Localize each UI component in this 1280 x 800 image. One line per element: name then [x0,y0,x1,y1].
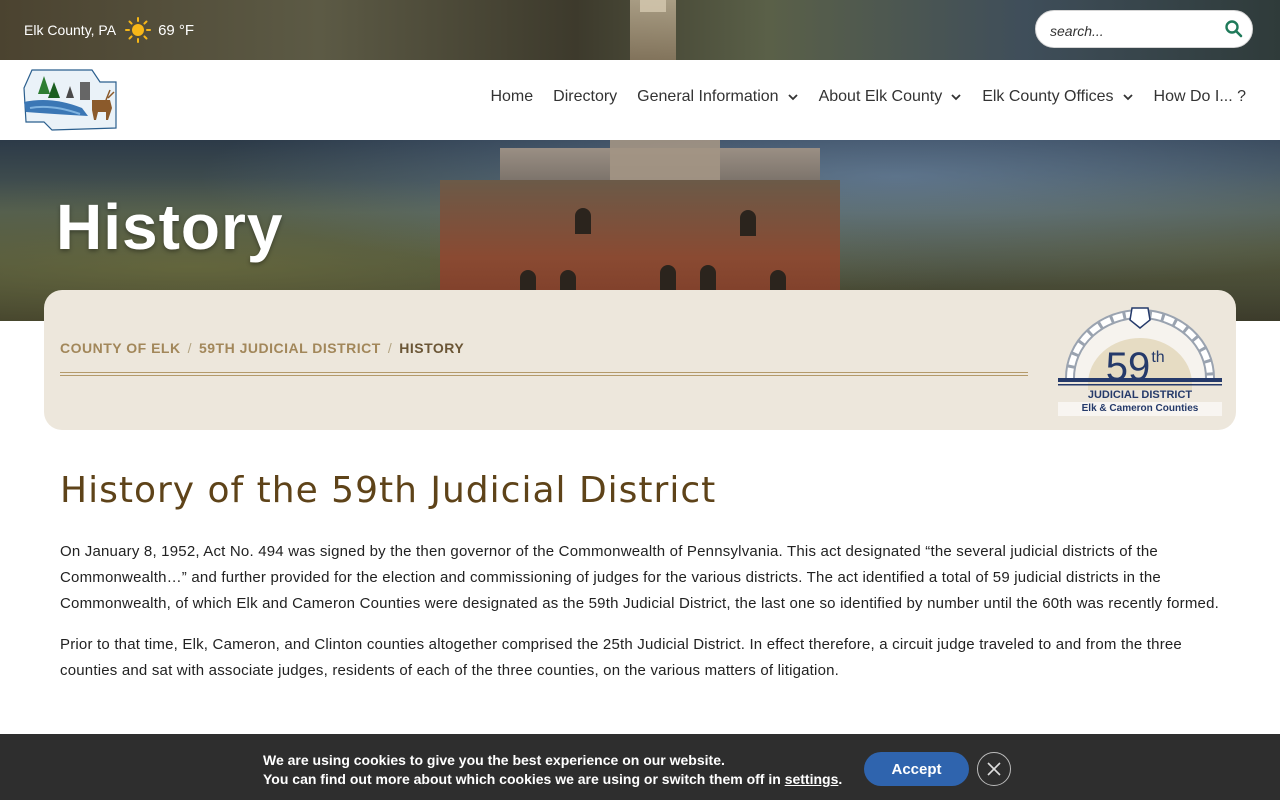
temperature-label: 69 °F [158,21,195,39]
courthouse-window [575,208,591,234]
breadcrumb-separator: / [387,340,393,356]
nav-directory-label: Directory [553,88,618,105]
breadcrumb: COUNTY OF ELK / 59TH JUDICIAL DISTRICT /… [60,340,464,356]
breadcrumb-card: COUNTY OF ELK / 59TH JUDICIAL DISTRICT /… [44,290,1236,430]
location-label: Elk County, PA [24,22,117,38]
breadcrumb-link-county-of-elk[interactable]: COUNTY OF ELK [60,340,181,356]
content-paragraph: On January 8, 1952, Act No. 494 was sign… [60,543,1219,612]
breadcrumb-current: HISTORY [399,340,465,356]
top-bar: Elk County, PA 69 °F [0,0,1280,60]
nav-elk-county-offices-label: Elk County Offices [982,88,1114,105]
close-icon [987,762,1001,776]
cookie-banner: We are using cookies to give you the bes… [0,734,1280,800]
district-logo-line1: JUDICIAL DISTRICT [1088,389,1193,401]
page-title: History [56,191,284,263]
nav-about-elk-county[interactable]: About Elk County [819,88,963,106]
main-content: History of the 59th Judicial District On… [60,470,1220,684]
nav-how-do-i[interactable]: How Do I... ? [1154,88,1246,106]
district-logo-line2: Elk & Cameron Counties [1082,403,1199,414]
main-header: Home Directory General Information About… [0,60,1280,140]
nav-general-information[interactable]: General Information [637,88,798,106]
59th-judicial-district-logo: 59 th JUDICIAL DISTRICT Elk & Cameron Co… [1058,304,1222,416]
content-paragraph: Prior to that time, Elk, Cameron, and Cl… [60,636,1182,679]
nav-home[interactable]: Home [490,88,533,106]
chevron-down-icon [1122,94,1133,101]
cookie-message-end: . [838,771,843,787]
courthouse-window [660,265,676,291]
breadcrumb-separator: / [187,340,192,356]
courthouse-window [740,210,756,236]
cookie-message-text: You can find out more about which cookie… [263,771,785,787]
cookie-message-line1: We are using cookies to give you the bes… [263,752,725,768]
nav-how-do-i-label: How Do I... ? [1153,88,1246,105]
district-number-suffix: th [1151,349,1164,366]
cookie-message-line2: You can find out more about which cookie… [263,770,842,789]
nav-elk-county-offices[interactable]: Elk County Offices [982,88,1133,106]
district-number: 59 [1106,345,1151,389]
chevron-down-icon [787,94,798,101]
breadcrumb-divider [60,372,1028,376]
elk-county-logo[interactable] [22,68,120,132]
cookie-settings-link[interactable]: settings [785,771,839,787]
search-box[interactable] [1035,10,1253,48]
chevron-down-icon [951,94,961,101]
breadcrumb-link-59th-judicial-district[interactable]: 59TH JUDICIAL DISTRICT [199,340,381,356]
nav-directory[interactable]: Directory [553,88,617,106]
cookie-message: We are using cookies to give you the bes… [263,751,842,789]
search-icon[interactable] [1224,19,1244,39]
sun-icon [125,17,152,43]
background-tower-peak [640,0,666,12]
content-heading: History of the 59th Judicial District [60,470,717,511]
cookie-accept-button[interactable]: Accept [864,752,969,786]
main-navigation: Home Directory General Information About… [470,88,1246,106]
nav-general-information-label: General Information [637,88,779,105]
nav-about-elk-county-label: About Elk County [818,88,943,105]
cookie-close-button[interactable] [977,752,1011,786]
search-input[interactable] [1048,19,1222,43]
courthouse-window [700,265,716,291]
weather-widget: Elk County, PA 69 °F [24,17,195,43]
nav-home-label: Home [490,88,534,105]
